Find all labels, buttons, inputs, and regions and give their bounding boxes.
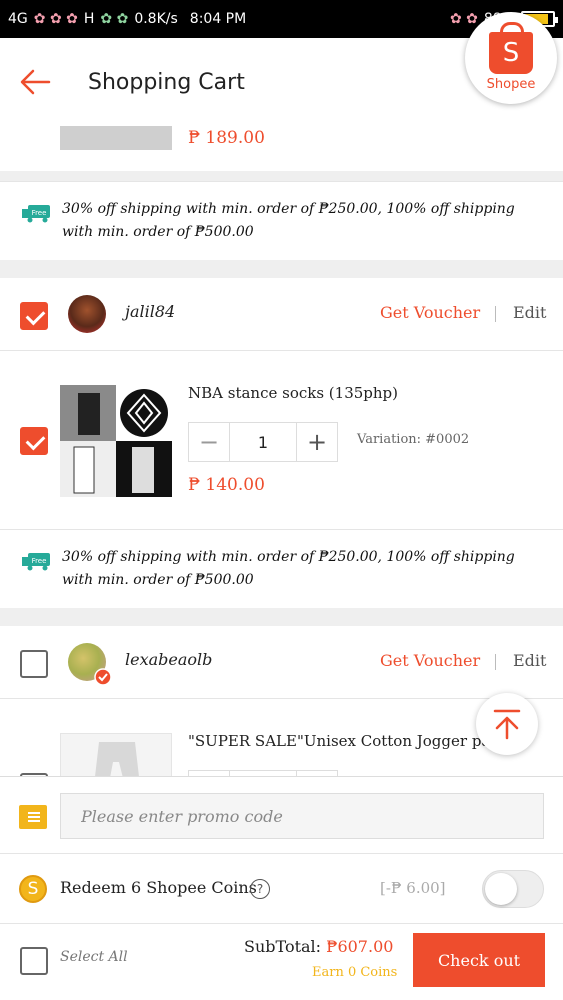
avatar: [68, 295, 106, 333]
get-voucher-link[interactable]: Get Voucher: [380, 303, 480, 322]
redeem-coins-toggle[interactable]: [482, 870, 544, 908]
item-price: ₱ 189.00: [188, 128, 265, 148]
voucher-icon: [19, 805, 47, 829]
shipping-promo: Free 30% off shipping with min. order of…: [0, 530, 563, 608]
cart-item-partial: ₱ 189.00: [0, 126, 563, 171]
decrease-button[interactable]: −: [189, 423, 229, 461]
item-price: ₱ 140.00: [188, 475, 265, 495]
notification-icons: ✿ ✿ ✿: [33, 11, 78, 27]
shipping-promo-text: 30% off shipping with min. order of ₱250…: [62, 201, 515, 240]
subtotal-label: SubTotal:: [244, 937, 322, 956]
subtotal-amount: ₱607.00: [326, 937, 394, 956]
shopee-logo[interactable]: S Shopee: [465, 12, 557, 104]
checkout-panel: S Redeem 6 Shopee Coins ? [-₱ 6.00] Sele…: [0, 776, 563, 1000]
quantity-stepper[interactable]: − 1 +: [188, 422, 338, 462]
network-type: H: [83, 11, 95, 27]
help-icon[interactable]: ?: [250, 879, 270, 899]
shop-name[interactable]: lexabeaolb: [125, 650, 212, 669]
shopee-coin-icon: S: [19, 875, 47, 903]
arrow-up-icon: [493, 709, 521, 740]
shop-header: lexabeaolb Get Voucher Edit: [0, 626, 563, 698]
shop-name[interactable]: jalil84: [125, 302, 175, 321]
select-all-label[interactable]: Select All: [60, 949, 128, 965]
page-title: Shopping Cart: [88, 69, 245, 95]
item-checkbox[interactable]: [20, 427, 48, 455]
shop-checkbox[interactable]: [20, 650, 48, 678]
cart-list[interactable]: ₱ 189.00 Free 30% off shipping with min.…: [0, 126, 563, 776]
coins-discount-value: [-₱ 6.00]: [380, 879, 446, 897]
svg-text:Free: Free: [32, 209, 47, 217]
verified-badge-icon: [94, 668, 112, 686]
net-speed: 0.8K/s: [134, 11, 178, 27]
shop-header: jalil84 Get Voucher Edit: [0, 278, 563, 350]
product-name[interactable]: "SUPER SALE"Unisex Cotton Jogger pants: [188, 732, 514, 750]
shopping-bag-icon: S: [489, 22, 533, 74]
network-indicator: 4G: [8, 11, 28, 27]
product-image[interactable]: [60, 385, 172, 497]
quantity-value[interactable]: 1: [229, 423, 297, 461]
free-shipping-icon: Free: [22, 553, 50, 571]
checkout-button[interactable]: Check out: [413, 933, 545, 987]
get-voucher-link[interactable]: Get Voucher: [380, 651, 480, 670]
increase-button[interactable]: +: [297, 423, 337, 461]
free-shipping-icon: Free: [22, 205, 50, 223]
back-arrow-icon[interactable]: [0, 38, 70, 126]
subtotal: SubTotal: ₱607.00: [244, 937, 393, 956]
scroll-to-top-button[interactable]: [476, 693, 538, 755]
logo-text: Shopee: [486, 77, 536, 92]
status-icons: ✿ ✿: [449, 11, 478, 27]
earn-coins-label: Earn 0 Coins: [312, 965, 398, 980]
product-name[interactable]: NBA stance socks (135php): [188, 384, 398, 402]
cart-item: NBA stance socks (135php) − 1 + Variatio…: [0, 351, 563, 529]
redeem-coins-label: Redeem 6 Shopee Coins: [60, 878, 257, 897]
edit-button[interactable]: Edit: [513, 651, 546, 670]
clock: 8:04 PM: [189, 11, 247, 27]
product-image[interactable]: [60, 733, 172, 776]
shop-checkbox[interactable]: [20, 302, 48, 330]
shipping-promo: Free 30% off shipping with min. order of…: [0, 182, 563, 260]
edit-button[interactable]: Edit: [513, 303, 546, 322]
promo-code-input[interactable]: [60, 793, 544, 839]
select-all-checkbox[interactable]: [20, 947, 48, 975]
svg-text:Free: Free: [32, 557, 47, 565]
variation-label[interactable]: Variation: #0002: [357, 432, 469, 447]
shipping-promo-text: 30% off shipping with min. order of ₱250…: [62, 549, 515, 588]
notification-icons: ✿ ✿: [100, 11, 129, 27]
product-image: [60, 126, 172, 150]
